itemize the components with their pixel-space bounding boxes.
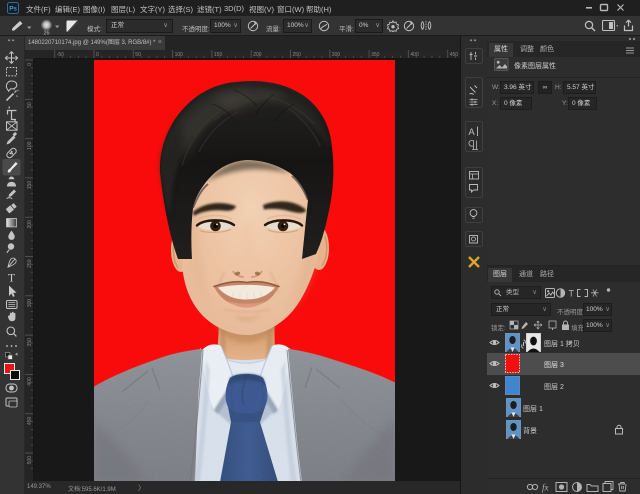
- svg-text:0: 0: [96, 52, 99, 58]
- svg-text:100: 100: [27, 141, 33, 150]
- svg-text:350: 350: [371, 52, 380, 58]
- svg-text:400: 400: [27, 377, 33, 386]
- svg-text:250: 250: [293, 52, 302, 58]
- svg-text:450: 450: [27, 416, 33, 425]
- svg-text:500: 500: [27, 456, 33, 465]
- svg-text:300: 300: [27, 299, 33, 308]
- svg-text:T: T: [569, 289, 575, 299]
- svg-text:50: 50: [135, 52, 141, 58]
- svg-text:250: 250: [27, 259, 33, 268]
- svg-text:150: 150: [27, 181, 33, 190]
- svg-text:fx: fx: [542, 483, 549, 493]
- svg-text:200: 200: [27, 220, 33, 229]
- svg-text:450: 450: [450, 52, 459, 58]
- svg-text:0: 0: [27, 63, 33, 66]
- svg-text:400: 400: [410, 52, 419, 58]
- svg-text:A: A: [468, 127, 475, 138]
- svg-text:100: 100: [175, 52, 184, 58]
- svg-text:350: 350: [27, 338, 33, 347]
- svg-text:300: 300: [332, 52, 341, 58]
- svg-text:150: 150: [214, 52, 223, 58]
- svg-text:200: 200: [253, 52, 262, 58]
- svg-text:26: 26: [43, 31, 49, 36]
- svg-text:Ps: Ps: [9, 6, 17, 13]
- svg-text:T: T: [8, 273, 15, 285]
- svg-text:-50: -50: [57, 52, 64, 58]
